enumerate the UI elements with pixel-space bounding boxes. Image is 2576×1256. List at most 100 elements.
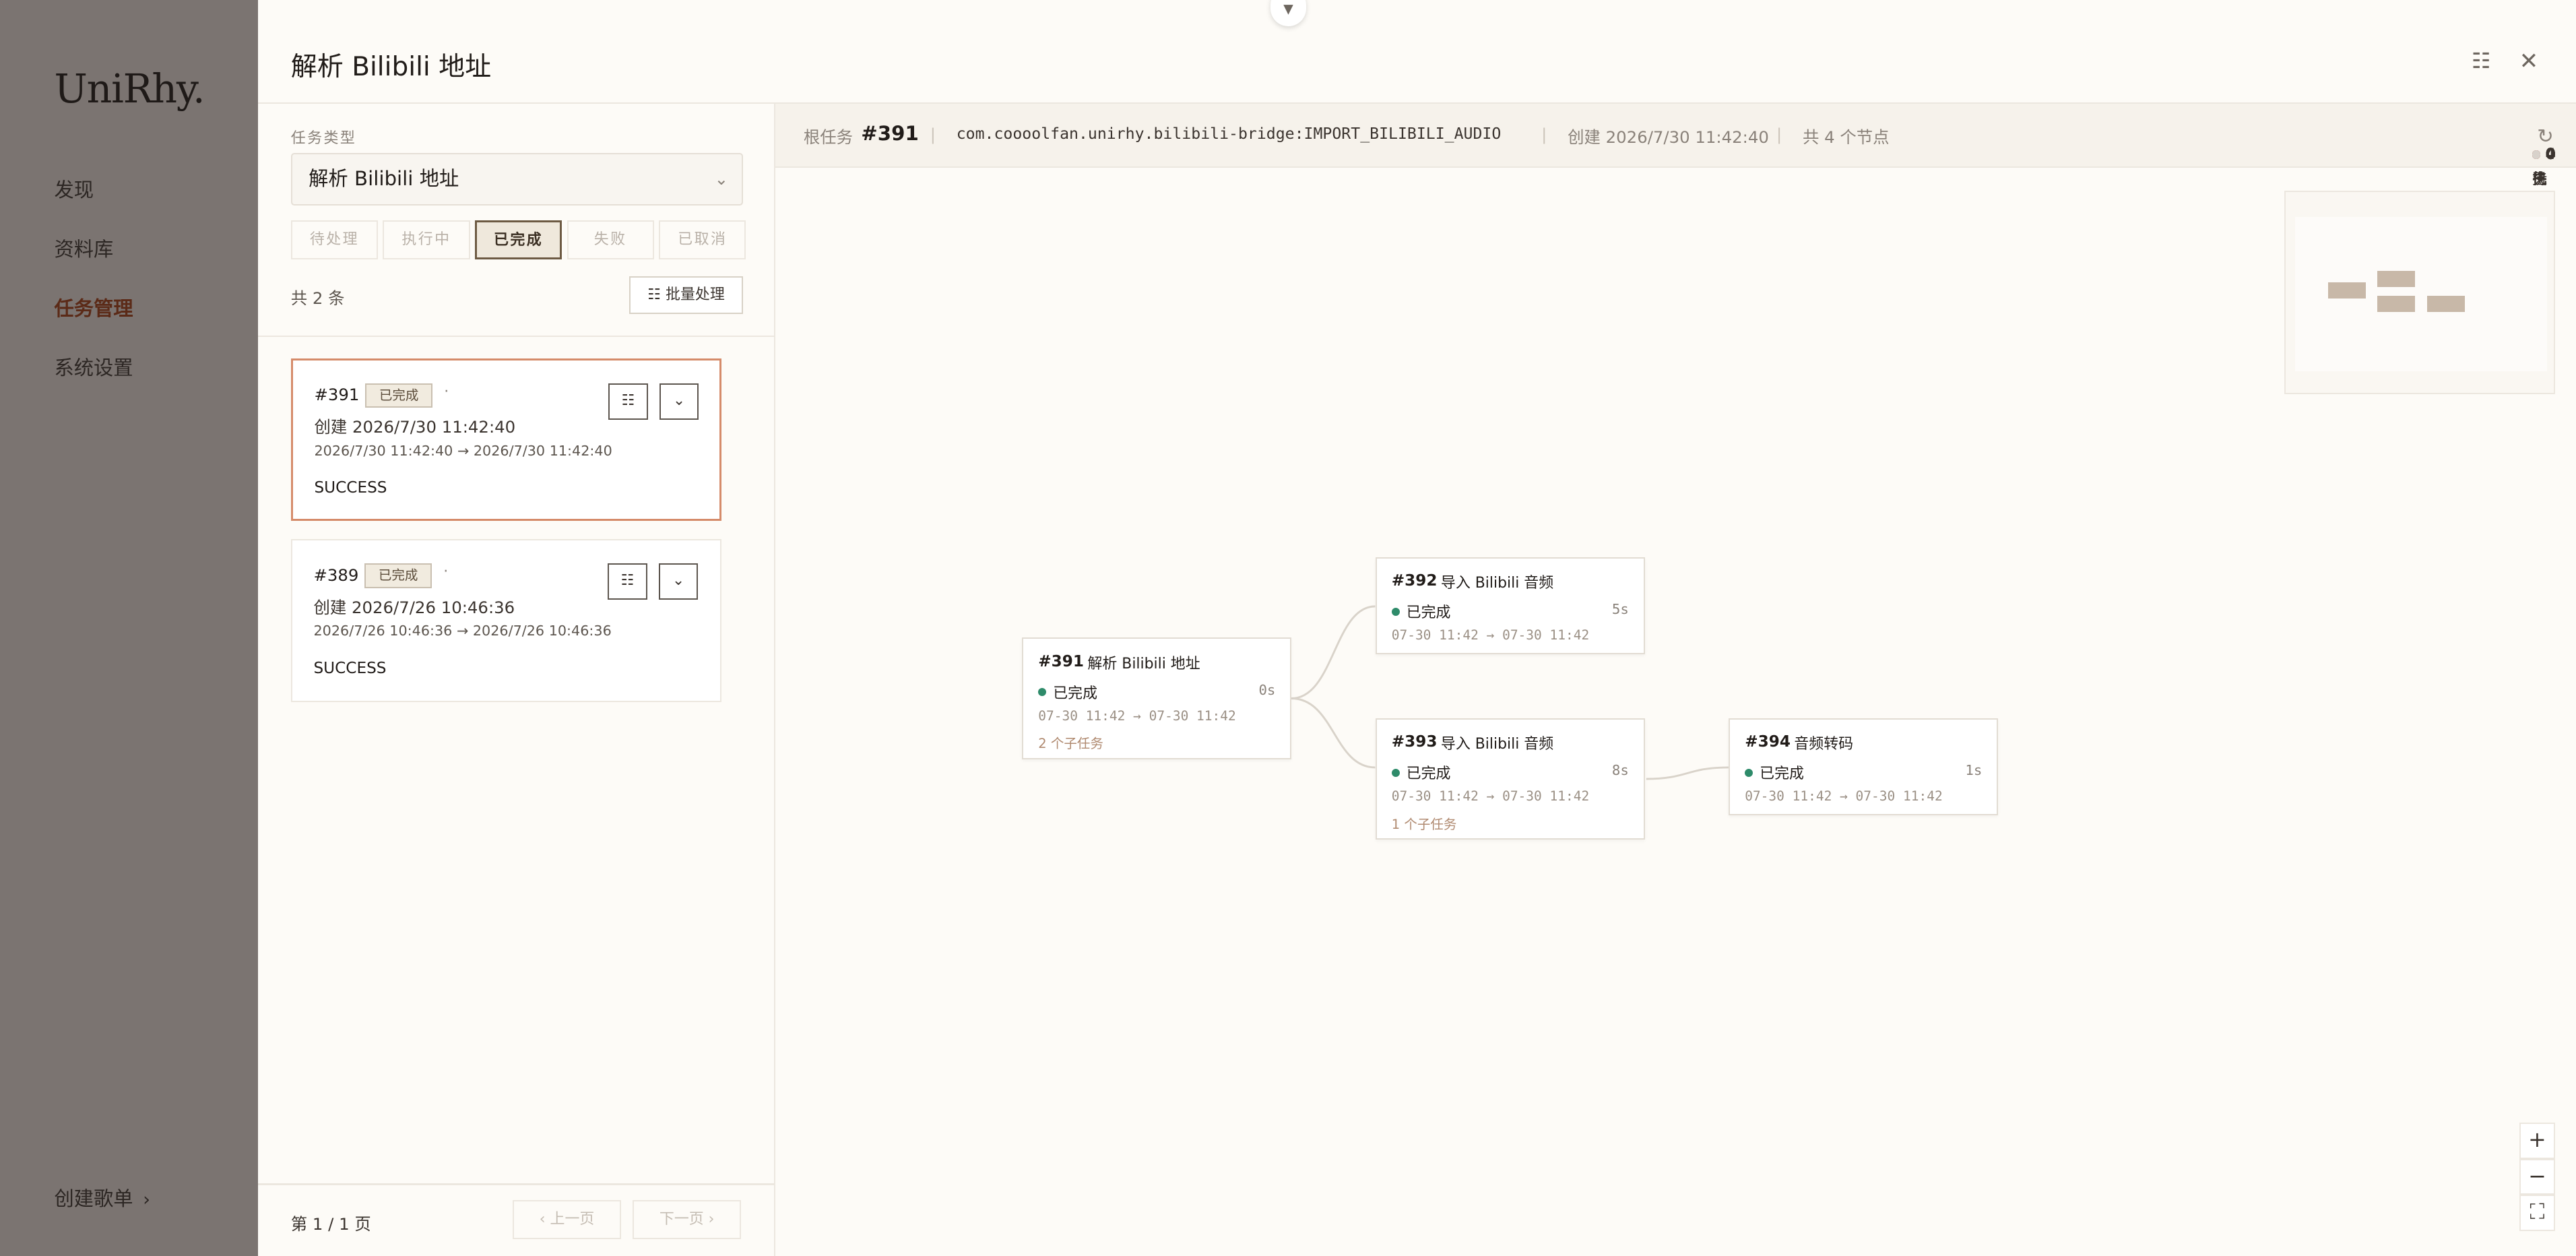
minimap-node — [2377, 271, 2416, 288]
node-time: 07-30 11:42 → 07-30 11:42 — [1391, 788, 1590, 805]
fit-view-icon[interactable]: ⛶ — [2519, 1195, 2556, 1232]
node-status: 已完成 — [1038, 682, 1097, 703]
refresh-icon[interactable]: ↻ — [2537, 125, 2554, 148]
task-time-range: 2026/7/26 10:46:36 → 2026/7/26 10:46:36 — [313, 623, 612, 639]
node-title: 音频转码 — [1794, 736, 1854, 753]
batch-process-label: 批量处理 — [666, 286, 725, 303]
status-tab-running[interactable]: 执行中 — [383, 220, 470, 260]
zoom-controls: + − ⛶ — [2519, 1123, 2556, 1232]
task-id: #391 — [314, 385, 360, 405]
node-status: 已完成 — [1745, 762, 1804, 783]
expand-button[interactable]: ⌄ — [658, 563, 699, 600]
status-tab-completed[interactable]: 已完成 — [474, 220, 562, 260]
status-badge: 已完成 — [365, 383, 433, 408]
node-status-label: 已完成 — [1406, 765, 1451, 783]
task-created: 创建 2026/7/26 10:46:36 — [313, 597, 515, 617]
node-id: #392 — [1391, 571, 1438, 590]
status-dot — [1038, 688, 1047, 697]
node-duration: 5s — [1611, 601, 1629, 618]
root-task-info-bar: 根任务 #391 | com.coooolfan.unirhy.bilibili… — [775, 103, 2576, 230]
create-playlist-label: 创建歌单 — [54, 1187, 133, 1211]
task-type-value: 解析 Bilibili 地址 — [309, 166, 459, 190]
status-tab-cancelled[interactable]: 已取消 — [659, 220, 746, 260]
node-id: #393 — [1391, 732, 1438, 751]
view-subtasks-button[interactable]: ☷ — [608, 383, 648, 420]
node-title: 导入 Bilibili 音频 — [1440, 575, 1554, 592]
legend-cancelled: 已取消0 — [2532, 146, 2556, 230]
zoom-in-icon[interactable]: + — [2519, 1123, 2556, 1159]
task-id: #389 — [313, 565, 359, 585]
node-status-label: 已完成 — [1760, 765, 1804, 783]
separator: | — [1776, 125, 1782, 145]
node-title: 解析 Bilibili 地址 — [1087, 655, 1200, 672]
minimap-node — [2377, 295, 2416, 312]
status-badge: 已完成 — [364, 563, 432, 588]
task-result: SUCCESS — [314, 478, 387, 497]
close-icon[interactable]: ✕ — [2519, 48, 2539, 75]
graph-canvas[interactable]: #391 解析 Bilibili 地址 已完成 0s 07-30 11:42 →… — [775, 169, 2576, 1255]
node-id: #394 — [1745, 732, 1791, 751]
minimap-viewport — [2295, 216, 2547, 371]
minimap-node — [2328, 282, 2366, 299]
node-title: 导入 Bilibili 音频 — [1440, 736, 1554, 753]
node-subtasks: 2 个子任务 — [1038, 736, 1103, 752]
separator-dot: · — [444, 383, 449, 400]
minimap-node — [2426, 295, 2465, 312]
separator: | — [1541, 125, 1547, 145]
modal-header: 解析 Bilibili 地址 ☷ ✕ — [257, 0, 2576, 104]
status-dot — [2532, 150, 2541, 159]
batch-process-button[interactable]: ☷ 批量处理 — [629, 276, 743, 314]
status-filter-tabs: 待处理 执行中 已完成 失败 已取消 — [290, 220, 746, 260]
separator: | — [930, 125, 936, 145]
task-graph-panel: 根任务 #391 | com.coooolfan.unirhy.bilibili… — [775, 103, 2576, 1256]
sidebar-item-tasks[interactable]: 任务管理 — [55, 296, 133, 355]
status-dot — [1745, 768, 1753, 777]
chevron-right-icon: › — [143, 1189, 150, 1211]
zoom-out-icon[interactable]: − — [2519, 1158, 2556, 1195]
task-code: com.coooolfan.unirhy.bilibili-bridge:IMP… — [956, 125, 1502, 144]
node-count: 共 4 个节点 — [1803, 127, 1890, 148]
task-time-range: 2026/7/30 11:42:40 → 2026/7/30 11:42:40 — [314, 442, 612, 459]
list-check-icon[interactable]: ☷ — [2472, 49, 2490, 73]
list-check-icon: ☷ — [647, 286, 661, 303]
sidebar-item-settings[interactable]: 系统设置 — [55, 355, 133, 414]
root-task-label: 根任务 — [803, 127, 853, 148]
task-created: 创建 2026/7/30 11:42:40 — [314, 417, 516, 437]
node-status-label: 已完成 — [1053, 685, 1098, 702]
divider — [257, 1183, 776, 1185]
graph-node[interactable]: #391 解析 Bilibili 地址 已完成 0s 07-30 11:42 →… — [1022, 637, 1292, 759]
graph-minimap[interactable] — [2284, 190, 2556, 395]
task-card[interactable]: #389 已完成 · 创建 2026/7/26 10:46:36 2026/7/… — [290, 539, 721, 702]
sidebar-item-library[interactable]: 资料库 — [55, 237, 133, 296]
node-duration: 8s — [1611, 762, 1629, 779]
next-page-button[interactable]: 下一页 › — [633, 1199, 742, 1240]
node-time: 07-30 11:42 → 07-30 11:42 — [1745, 788, 1943, 805]
node-status-label: 已完成 — [1406, 604, 1451, 622]
edge — [1291, 605, 1376, 700]
node-time: 07-30 11:42 → 07-30 11:42 — [1038, 708, 1236, 724]
prev-page-button[interactable]: ‹ 上一页 — [513, 1199, 622, 1240]
expand-button[interactable]: ⌄ — [659, 383, 699, 420]
task-type-select[interactable]: 解析 Bilibili 地址 ⌄ — [290, 152, 743, 206]
graph-node[interactable]: #392 导入 Bilibili 音频 已完成 5s 07-30 11:42 →… — [1375, 557, 1645, 654]
divider — [257, 335, 776, 338]
task-result: SUCCESS — [313, 658, 387, 677]
task-card[interactable]: #391 已完成 · 创建 2026/7/30 11:42:40 2026/7/… — [290, 358, 721, 522]
graph-node[interactable]: #394 音频转码 已完成 1s 07-30 11:42 → 07-30 11:… — [1729, 718, 1999, 815]
task-count: 共 2 条 — [290, 288, 345, 309]
page-info: 第 1 / 1 页 — [290, 1214, 371, 1234]
edge — [1646, 766, 1729, 780]
status-tab-failed[interactable]: 失败 — [567, 220, 654, 260]
create-playlist-link[interactable]: 创建歌单 › — [55, 1183, 150, 1212]
node-id: #391 — [1038, 652, 1084, 670]
node-duration: 1s — [1965, 762, 1983, 779]
task-type-label: 任务类型 — [290, 129, 357, 147]
chevron-down-icon: ⌄ — [714, 168, 729, 189]
graph-node[interactable]: #393 导入 Bilibili 音频 已完成 8s 07-30 11:42 →… — [1375, 718, 1645, 840]
sidebar-nav: 发现 资料库 任务管理 系统设置 — [55, 177, 133, 414]
view-subtasks-button[interactable]: ☷ — [608, 563, 647, 600]
status-tab-pending[interactable]: 待处理 — [290, 220, 379, 260]
sidebar-item-discover[interactable]: 发现 — [55, 177, 133, 237]
root-created: 创建 2026/7/30 11:42:40 — [1568, 127, 1769, 148]
edge — [1291, 697, 1376, 769]
